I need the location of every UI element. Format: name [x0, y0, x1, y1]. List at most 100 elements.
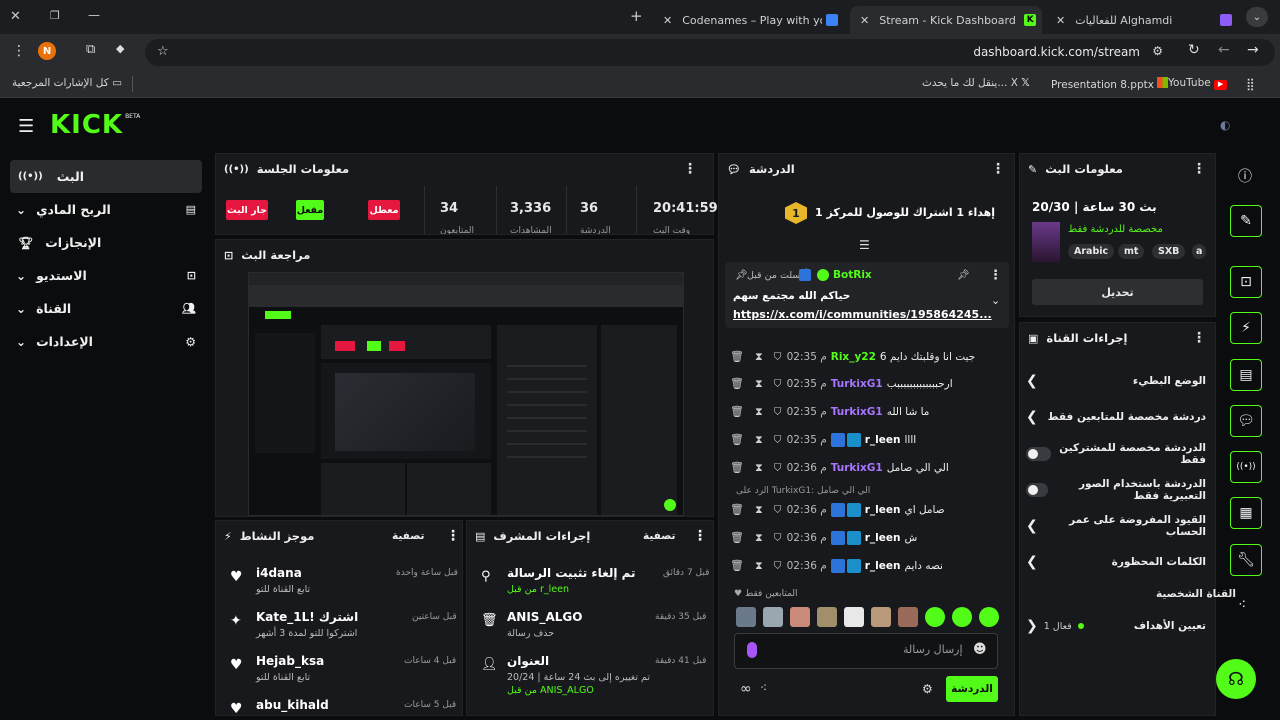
mod-tools-icon[interactable]: 🗑︎⧗⛉	[730, 433, 793, 447]
account-age-row[interactable]: القيود المفروضة على عمر الحساب ❯	[1026, 511, 1206, 541]
forward-icon[interactable]: ←	[1218, 42, 1230, 58]
emote-only-toggle[interactable]	[1026, 483, 1048, 497]
bookmark-all[interactable]: كل الإشارات المرجعية ▭	[12, 77, 122, 89]
omnibox[interactable]: ☆ dashboard.kick.com/stream ⚙	[145, 39, 1275, 66]
site-settings-icon[interactable]: ⚙	[1152, 44, 1163, 58]
kick-emote-icon[interactable]	[979, 607, 999, 627]
avatar[interactable]	[817, 607, 837, 627]
subscribers-only-toggle[interactable]	[1026, 447, 1051, 461]
avatar[interactable]	[763, 607, 783, 627]
message-user[interactable]: r_leen	[865, 434, 901, 446]
panel-menu-icon[interactable]: ⋮	[446, 528, 460, 544]
expand-icon[interactable]: ⌄	[991, 294, 1000, 307]
message-user[interactable]: TurkixG1	[831, 406, 883, 418]
set-goals-row[interactable]: تعيين الأهداف ❯ فعال 1	[1026, 611, 1206, 641]
message-user[interactable]: TurkixG1	[831, 462, 883, 474]
panel-menu-icon[interactable]: ⋮	[693, 528, 707, 544]
dots-icon[interactable]: ⁖	[760, 681, 767, 695]
filter-button[interactable]: تصفية	[643, 530, 676, 542]
mod-tools-icon[interactable]: 🗑︎⧗⛉	[730, 461, 793, 475]
subscribers-only-row[interactable]: الدردشة مخصصة للمشتركين فقط	[1026, 439, 1206, 469]
chat-message[interactable]: 🗑︎⧗⛉ 02:36 م r_leen نصه دايم	[730, 553, 1006, 579]
apps-grid-icon[interactable]: ⣿	[1246, 77, 1255, 91]
avatar[interactable]	[844, 607, 864, 627]
close-window-icon[interactable]: ✕	[10, 9, 21, 24]
disabled-button[interactable]: معطل	[368, 200, 400, 220]
tab-close-icon[interactable]: ✕	[1056, 14, 1065, 27]
chat-message[interactable]: 🗑︎⧗⛉ 02:35 م Rix_y22 جيت انا وقلبتك دايم…	[730, 344, 1006, 370]
infinity-icon[interactable]: ∞	[740, 681, 752, 697]
message-user[interactable]: r_leen	[865, 532, 901, 544]
avatar[interactable]	[898, 607, 918, 627]
message-user[interactable]: Rix_y22	[831, 351, 876, 363]
chat-message[interactable]: 🗑︎⧗⛉ 02:36 م r_leen صامل اي	[730, 497, 1006, 523]
kick-emote-icon[interactable]	[952, 607, 972, 627]
slow-mode-row[interactable]: الوضع البطيء ❯	[1026, 366, 1206, 396]
moon-icon[interactable]: ◐	[1220, 118, 1230, 132]
mic-icon[interactable]	[747, 642, 757, 658]
emote-only-row[interactable]: الدردشة باستخدام الصور التعبيرية فقط	[1026, 475, 1206, 505]
mod-tools-icon[interactable]: 🗑︎⧗⛉	[730, 405, 793, 419]
chat-message[interactable]: 🗑︎⧗⛉ 02:35 م TurkixG1 ارحبببببببببببببب	[730, 371, 1006, 397]
send-chat-button[interactable]: الدردشة	[946, 676, 998, 702]
rail-log-button[interactable]: ▤	[1230, 359, 1262, 391]
mod-tools-icon[interactable]: 🗑︎⧗⛉	[730, 377, 793, 391]
bookmark-presentation[interactable]: Presentation 8.pptx	[1051, 77, 1169, 91]
mod-tools-icon[interactable]: 🗑︎⧗⛉	[730, 531, 793, 545]
bookmark-star-icon[interactable]: ☆	[157, 44, 169, 59]
panel-menu-icon[interactable]: ⋮	[1192, 161, 1206, 177]
avatar[interactable]	[871, 607, 891, 627]
new-tab-icon[interactable]: +	[630, 7, 643, 25]
tag[interactable]: a	[1192, 244, 1207, 259]
back-icon[interactable]: →	[1247, 42, 1259, 58]
chat-message[interactable]: 🗑︎⧗⛉ 02:36 م r_leen ش	[730, 525, 1006, 551]
tag[interactable]: mt	[1118, 244, 1145, 259]
tab-codenames[interactable]: ✕ Codenames – Play with your Fri	[655, 6, 845, 34]
chat-input[interactable]: إرسال رسالة ☻	[734, 633, 998, 669]
pinned-link[interactable]: https://x.com/i/communities/195864245...	[733, 308, 992, 321]
tab-close-icon[interactable]: ✕	[663, 14, 672, 27]
mod-tools-icon[interactable]: 🗑︎⧗⛉	[730, 350, 793, 364]
mod-tools-icon[interactable]: 🗑︎⧗⛉	[730, 503, 793, 517]
sidebar-item-channel[interactable]: ⌄ القناة 👥︎	[10, 292, 202, 325]
rail-edit-button[interactable]: ✎	[1230, 205, 1262, 237]
filter-button[interactable]: تصفية	[392, 530, 425, 542]
bookmark-youtube[interactable]: YouTube ▶	[1168, 77, 1228, 90]
panel-menu-icon[interactable]: ⋮	[683, 161, 697, 177]
reload-icon[interactable]: ↻	[1188, 42, 1200, 58]
category-thumbnail[interactable]	[1032, 222, 1060, 262]
banned-words-row[interactable]: الكلمات المحظورة ❯	[1026, 547, 1206, 577]
live-status-button[interactable]: جار البث	[226, 200, 268, 220]
rail-chat-button[interactable]: 💬︎	[1230, 405, 1262, 437]
collapse-icon[interactable]: ☰	[859, 238, 870, 252]
avatar[interactable]	[790, 607, 810, 627]
hamburger-menu-icon[interactable]: ☰	[18, 116, 34, 137]
sidebar-item-monetization[interactable]: ⌄ الربح المادي ▤	[10, 193, 202, 226]
emoji-icon[interactable]: ☻	[973, 642, 987, 657]
kick-emote-icon[interactable]	[925, 607, 945, 627]
apps-icon[interactable]: ⁖	[1238, 597, 1246, 613]
chat-message[interactable]: 🗑︎⧗⛉ 02:36 م TurkixG1 الي الي صامل	[730, 455, 1006, 481]
avatar[interactable]	[736, 607, 756, 627]
restore-window-icon[interactable]: ❐	[50, 9, 60, 22]
chat-settings-icon[interactable]: ⚙	[922, 682, 933, 696]
edit-stream-button[interactable]: تحديل	[1032, 279, 1203, 305]
menu-dots-icon[interactable]: ⋮	[12, 43, 26, 59]
stream-video-preview[interactable]	[248, 272, 684, 516]
chat-message[interactable]: 🗑︎⧗⛉ 02:35 م r_leen اااا	[730, 427, 1006, 453]
tab-search-icon[interactable]: ⌄	[1246, 7, 1268, 27]
chat-message[interactable]: 🗑︎⧗⛉ 02:35 م TurkixG1 ما شا الله	[730, 399, 1006, 425]
rail-mod-button[interactable]: ▦	[1230, 497, 1262, 529]
message-user[interactable]: r_leen	[865, 560, 901, 572]
rail-tools-button[interactable]: 🔧︎	[1230, 544, 1262, 576]
panel-menu-icon[interactable]: ⋮	[1192, 330, 1206, 346]
sidebar-item-achievements[interactable]: 🏆︎ الإنجازات	[10, 226, 202, 259]
pinned-user[interactable]: BotRix	[833, 269, 872, 281]
sidebar-item-settings[interactable]: ⌄ الإعدادات ⚙	[10, 325, 202, 358]
tag[interactable]: SXB	[1152, 244, 1186, 259]
bookmark-x[interactable]: ينقل لك ما يحدث... X 𝕏	[922, 77, 1030, 89]
kick-logo[interactable]: KICK BETA	[50, 110, 140, 140]
followers-only-row[interactable]: دردشة مخصصة للمتابعين فقط ❯	[1026, 402, 1206, 432]
message-user[interactable]: r_leen	[865, 504, 901, 516]
pinned-menu-icon[interactable]: ⋮	[989, 268, 1002, 283]
